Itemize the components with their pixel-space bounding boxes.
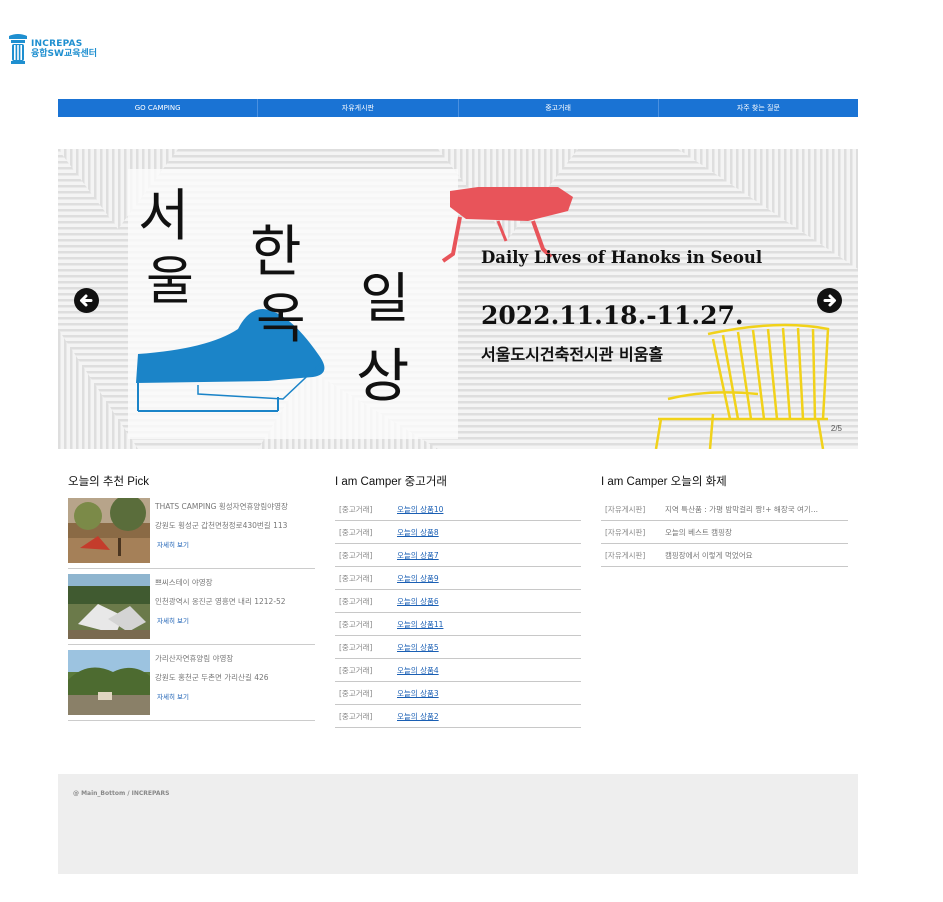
category-tag: [중고거래] (339, 642, 373, 652)
product-link[interactable]: 오늘의 상품2 (397, 711, 439, 722)
carousel-indicator: 2/5 (830, 424, 842, 433)
pick-address: 강원도 홍천군 두촌면 가리산길 426 (155, 673, 269, 682)
post-link[interactable]: 지역 특산품 : 가평 밤막걸리 짱!+ 해장국 여기... (665, 504, 818, 515)
post-link[interactable]: 오늘의 베스트 캠핑장 (665, 527, 732, 538)
pick-item[interactable]: THATS CAMPING 횡성자연휴양림야영장 강원도 횡성군 갑천면청정로4… (68, 498, 315, 569)
pick-name[interactable]: 쁘씨스테이 야영장 (155, 577, 286, 588)
carousel-prev-button[interactable] (74, 288, 99, 313)
banner-carousel[interactable]: 서 울 한 옥 일 상 Daily Lives of Hanoks in Seo… (58, 149, 858, 449)
banner-title-char: 옥 (256, 287, 306, 350)
pick-name[interactable]: THATS CAMPING 횡성자연휴양림야영장 (155, 501, 288, 512)
category-tag: [중고거래] (339, 550, 373, 560)
pillar-logo-icon (9, 34, 27, 64)
list-item: [중고거래] 오늘의 상품9 (335, 567, 581, 590)
post-link[interactable]: 캠핑장에서 이렇게 먹었어요 (665, 550, 753, 561)
product-link[interactable]: 오늘의 상품7 (397, 550, 439, 561)
pick-detail-link[interactable]: 자세히 보기 (155, 615, 286, 625)
page-footer: @ Main_Bottom / INCREPARS (58, 774, 858, 874)
used-market-section: I am Camper 중고거래 [중고거래] 오늘의 상품10 [중고거래] 오늘… (335, 473, 581, 728)
banner-dates: 2022.11.18.-11.27. (481, 301, 744, 330)
nav-faq[interactable]: 자주 찾는 질문 (659, 99, 858, 117)
footer-text: @ Main_Bottom / INCREPARS (73, 790, 170, 797)
product-link[interactable]: 오늘의 상품4 (397, 665, 439, 676)
banner-title-char: 울 (146, 252, 194, 312)
site-logo[interactable]: INCREPAS 융합SW교육센터 (8, 32, 97, 65)
pick-item[interactable]: 가리산자연휴양림 야영장 강원도 홍천군 두촌면 가리산길 426 자세히 보기 (68, 650, 315, 721)
main-nav: GO CAMPING 자유게시판 중고거래 자주 찾는 질문 (58, 99, 858, 117)
list-item: [중고거래] 오늘의 상품5 (335, 636, 581, 659)
category-tag: [중고거래] (339, 688, 373, 698)
section-title: I am Camper 중고거래 (335, 476, 447, 488)
section-title: I am Camper 오늘의 화제 (601, 476, 727, 488)
arrow-right-icon (823, 294, 836, 307)
category-tag: [자유게시판] (605, 527, 646, 537)
campsite-photo[interactable] (68, 498, 150, 563)
today-topic-section: I am Camper 오늘의 화제 [자유게시판] 지역 특산품 : 가평 밤막… (601, 473, 848, 567)
list-item: [중고거래] 오늘의 상품3 (335, 682, 581, 705)
list-item: [자유게시판] 지역 특산품 : 가평 밤막걸리 짱!+ 해장국 여기... (601, 498, 848, 521)
banner-venue: 서울도시건축전시관 비움홀 (481, 345, 664, 364)
list-item: [자유게시판] 캠핑장에서 이렇게 먹었어요 (601, 544, 848, 567)
pick-detail-link[interactable]: 자세히 보기 (155, 691, 269, 701)
product-link[interactable]: 오늘의 상품5 (397, 642, 439, 653)
list-item: [중고거래] 오늘의 상품4 (335, 659, 581, 682)
campsite-photo[interactable] (68, 650, 150, 715)
pick-detail-link[interactable]: 자세히 보기 (155, 539, 288, 549)
category-tag: [중고거래] (339, 573, 373, 583)
pick-address: 인천광역시 옹진군 영흥면 내리 1212-52 (155, 597, 286, 606)
category-tag: [중고거래] (339, 527, 373, 537)
list-item: [자유게시판] 오늘의 베스트 캠핑장 (601, 521, 848, 544)
product-link[interactable]: 오늘의 상품3 (397, 688, 439, 699)
nav-go-camping[interactable]: GO CAMPING (58, 99, 259, 117)
list-item: [중고거래] 오늘의 상품8 (335, 521, 581, 544)
banner-title-char: 일 (360, 267, 410, 330)
product-link[interactable]: 오늘의 상품6 (397, 596, 439, 607)
banner-title-char: 상 (356, 342, 410, 410)
product-link[interactable]: 오늘의 상품8 (397, 527, 439, 538)
list-item: [중고거래] 오늘의 상품10 (335, 498, 581, 521)
product-link[interactable]: 오늘의 상품11 (397, 619, 443, 630)
logo-text-en: INCREPAS (31, 39, 83, 49)
banner-english-title: Daily Lives of Hanoks in Seoul (481, 248, 763, 267)
carousel-next-button[interactable] (817, 288, 842, 313)
product-link[interactable]: 오늘의 상품9 (397, 573, 439, 584)
list-item: [중고거래] 오늘의 상품2 (335, 705, 581, 728)
nav-used-market[interactable]: 중고거래 (459, 99, 659, 117)
list-item: [중고거래] 오늘의 상품7 (335, 544, 581, 567)
category-tag: [자유게시판] (605, 504, 646, 514)
category-tag: [중고거래] (339, 711, 373, 721)
today-pick-section: 오늘의 추천 Pick THATS CAMPING 횡성자연휴양림야영장 강원도… (68, 473, 315, 726)
nav-free-board[interactable]: 자유게시판 (258, 99, 459, 117)
category-tag: [중고거래] (339, 504, 373, 514)
category-tag: [자유게시판] (605, 550, 646, 560)
pick-address: 강원도 횡성군 갑천면청정로430번길 113 (155, 521, 288, 530)
pick-item[interactable]: 쁘씨스테이 야영장 인천광역시 옹진군 영흥면 내리 1212-52 자세히 보… (68, 574, 315, 645)
category-tag: [중고거래] (339, 665, 373, 675)
pick-name[interactable]: 가리산자연휴양림 야영장 (155, 653, 269, 664)
category-tag: [중고거래] (339, 596, 373, 606)
list-item: [중고거래] 오늘의 상품6 (335, 590, 581, 613)
logo-text-ko: 융합SW교육센터 (31, 49, 98, 59)
list-item: [중고거래] 오늘의 상품11 (335, 613, 581, 636)
section-title: 오늘의 추천 Pick (68, 476, 150, 488)
arrow-left-icon (80, 294, 93, 307)
campsite-photo[interactable] (68, 574, 150, 639)
product-link[interactable]: 오늘의 상품10 (397, 504, 443, 515)
category-tag: [중고거래] (339, 619, 373, 629)
